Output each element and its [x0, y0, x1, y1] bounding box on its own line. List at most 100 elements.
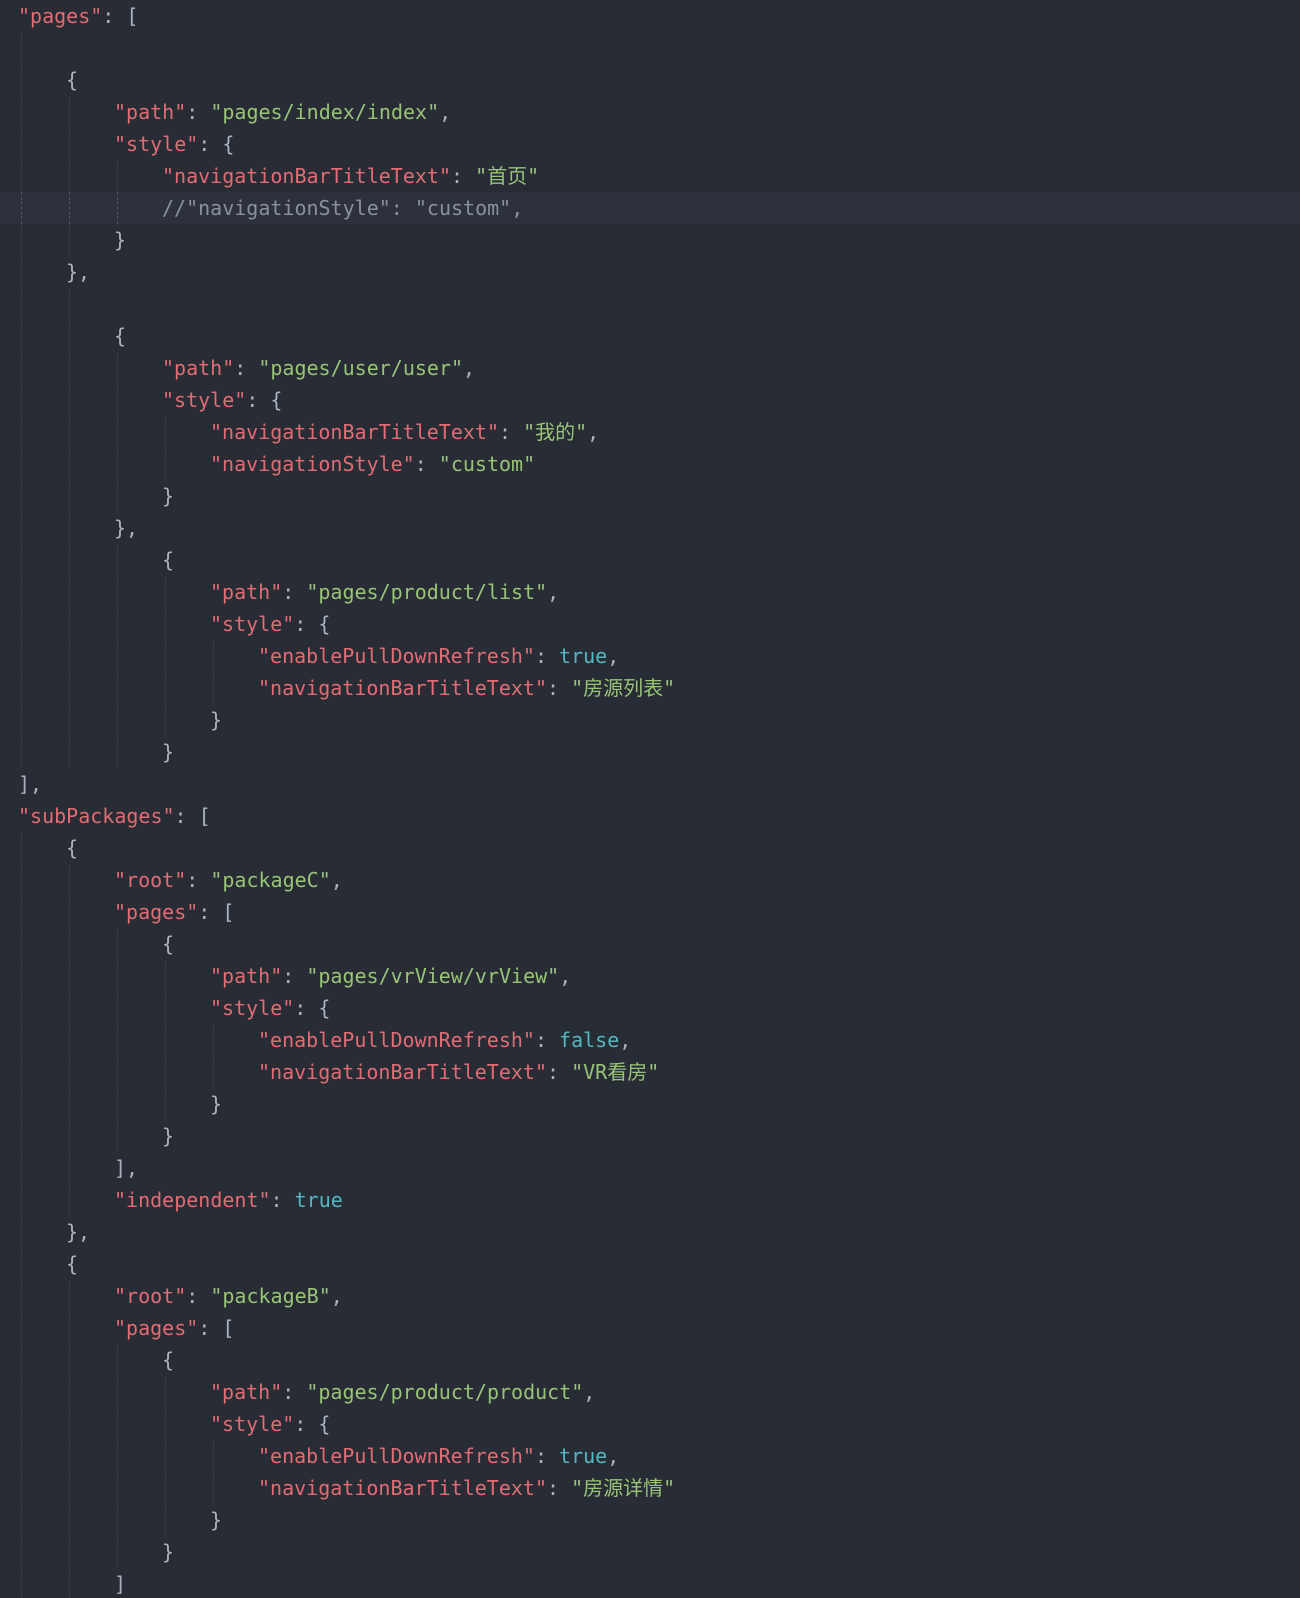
code-line[interactable]: {	[0, 928, 1300, 960]
json-string: "custom"	[438, 452, 536, 476]
code-line[interactable]: "navigationBarTitleText": "首页"	[0, 160, 1300, 192]
code-line[interactable]: "style": {	[0, 128, 1300, 160]
code-text: //"navigationStyle": "custom",	[162, 192, 523, 224]
code-line[interactable]	[0, 32, 1300, 64]
json-key: "path"	[162, 356, 235, 380]
code-text: "navigationBarTitleText": "房源详情"	[258, 1472, 675, 1504]
code-editor[interactable]: "pages": [{"path": "pages/index/index", "…	[0, 0, 1300, 1598]
code-line[interactable]: }	[0, 704, 1300, 736]
indent-guide	[165, 1024, 166, 1056]
code-line[interactable]: }	[0, 1088, 1300, 1120]
code-line[interactable]: "root": "packageB",	[0, 1280, 1300, 1312]
code-line[interactable]: {	[0, 1344, 1300, 1376]
json-punctuation: }	[210, 1508, 223, 1532]
code-line[interactable]: "navigationBarTitleText": "房源详情"	[0, 1472, 1300, 1504]
indent-guide	[69, 1152, 70, 1184]
code-line[interactable]: }	[0, 1504, 1300, 1536]
code-line[interactable]: },	[0, 512, 1300, 544]
code-line[interactable]: ]	[0, 1568, 1300, 1598]
code-line-active[interactable]: //"navigationStyle": "custom",	[0, 192, 1300, 224]
indent-guide	[165, 960, 166, 992]
code-line[interactable]: "style": {	[0, 608, 1300, 640]
json-punctuation: {	[162, 548, 175, 572]
indent-guide	[165, 1376, 166, 1408]
indent-guide	[165, 1056, 166, 1088]
indent-guide	[21, 1504, 22, 1536]
json-punctuation: :	[534, 1444, 560, 1468]
code-line[interactable]: "path": "pages/vrView/vrView",	[0, 960, 1300, 992]
code-line[interactable]: }	[0, 1120, 1300, 1152]
code-line[interactable]: {	[0, 832, 1300, 864]
code-text: "style": {	[162, 384, 282, 416]
indent-guide	[21, 736, 22, 768]
code-line[interactable]: "style": {	[0, 1408, 1300, 1440]
code-line[interactable]: "navigationBarTitleText": "我的",	[0, 416, 1300, 448]
code-line[interactable]: "pages": [	[0, 0, 1300, 32]
code-line[interactable]: "pages": [	[0, 896, 1300, 928]
code-line[interactable]: "root": "packageC",	[0, 864, 1300, 896]
indent-guide	[213, 672, 214, 704]
code-line[interactable]: }	[0, 736, 1300, 768]
code-line[interactable]: }	[0, 480, 1300, 512]
indent-guide	[117, 576, 118, 608]
json-punctuation: :	[186, 100, 211, 124]
indent-guide	[69, 352, 70, 384]
code-line[interactable]: "path": "pages/index/index",	[0, 96, 1300, 128]
indent-guide	[21, 1216, 22, 1248]
json-key: "independent"	[114, 1188, 271, 1212]
indent-guide	[21, 96, 22, 128]
code-line[interactable]: {	[0, 320, 1300, 352]
code-line[interactable]: {	[0, 1248, 1300, 1280]
code-line[interactable]: "subPackages": [	[0, 800, 1300, 832]
code-text: ],	[18, 768, 42, 800]
indent-guide	[21, 160, 22, 192]
code-line[interactable]: {	[0, 64, 1300, 96]
json-punctuation: : {	[294, 1412, 331, 1436]
code-line[interactable]: "path": "pages/product/product",	[0, 1376, 1300, 1408]
code-comment: //"navigationStyle": "custom",	[162, 196, 524, 220]
code-line[interactable]: "path": "pages/user/user",	[0, 352, 1300, 384]
code-line[interactable]: "navigationBarTitleText": "房源列表"	[0, 672, 1300, 704]
code-line[interactable]	[0, 288, 1300, 320]
json-punctuation: ,	[547, 580, 560, 604]
indent-guide	[165, 1472, 166, 1504]
json-punctuation: }	[114, 228, 127, 252]
json-punctuation: :	[534, 1028, 560, 1052]
code-line[interactable]: "pages": [	[0, 1312, 1300, 1344]
code-line[interactable]: {	[0, 544, 1300, 576]
code-text: "path": "pages/index/index",	[114, 96, 451, 128]
code-text: "path": "pages/user/user",	[162, 352, 475, 384]
json-key: "path"	[114, 100, 187, 124]
indent-guide	[213, 640, 214, 672]
indent-guide	[165, 704, 166, 736]
code-line[interactable]: }	[0, 1536, 1300, 1568]
code-text: "enablePullDownRefresh": false,	[258, 1024, 631, 1056]
code-line[interactable]: "path": "pages/product/list",	[0, 576, 1300, 608]
code-line[interactable]: "independent": true	[0, 1184, 1300, 1216]
json-string: "房源详情"	[571, 1476, 676, 1500]
code-text: "independent": true	[114, 1184, 343, 1216]
indent-guide	[69, 896, 70, 928]
code-line[interactable]: "style": {	[0, 384, 1300, 416]
code-line[interactable]: "enablePullDownRefresh": true,	[0, 640, 1300, 672]
indent-guide	[165, 1440, 166, 1472]
json-string: "首页"	[475, 164, 540, 188]
code-line[interactable]: }	[0, 224, 1300, 256]
code-line[interactable]: "style": {	[0, 992, 1300, 1024]
code-line[interactable]: },	[0, 256, 1300, 288]
code-text: "navigationBarTitleText": "我的",	[210, 416, 599, 448]
code-line[interactable]: "enablePullDownRefresh": true,	[0, 1440, 1300, 1472]
code-line[interactable]: "navigationBarTitleText": "VR看房"	[0, 1056, 1300, 1088]
code-line[interactable]: ],	[0, 768, 1300, 800]
code-line[interactable]: ],	[0, 1152, 1300, 1184]
json-punctuation: :	[414, 452, 439, 476]
indent-guide	[21, 1312, 22, 1344]
indent-guide	[69, 864, 70, 896]
code-line[interactable]: },	[0, 1216, 1300, 1248]
indent-guide	[213, 1472, 214, 1504]
json-string: "房源列表"	[571, 676, 676, 700]
indent-guide	[21, 608, 22, 640]
code-line[interactable]: "enablePullDownRefresh": false,	[0, 1024, 1300, 1056]
json-punctuation: : {	[294, 612, 331, 636]
code-line[interactable]: "navigationStyle": "custom"	[0, 448, 1300, 480]
